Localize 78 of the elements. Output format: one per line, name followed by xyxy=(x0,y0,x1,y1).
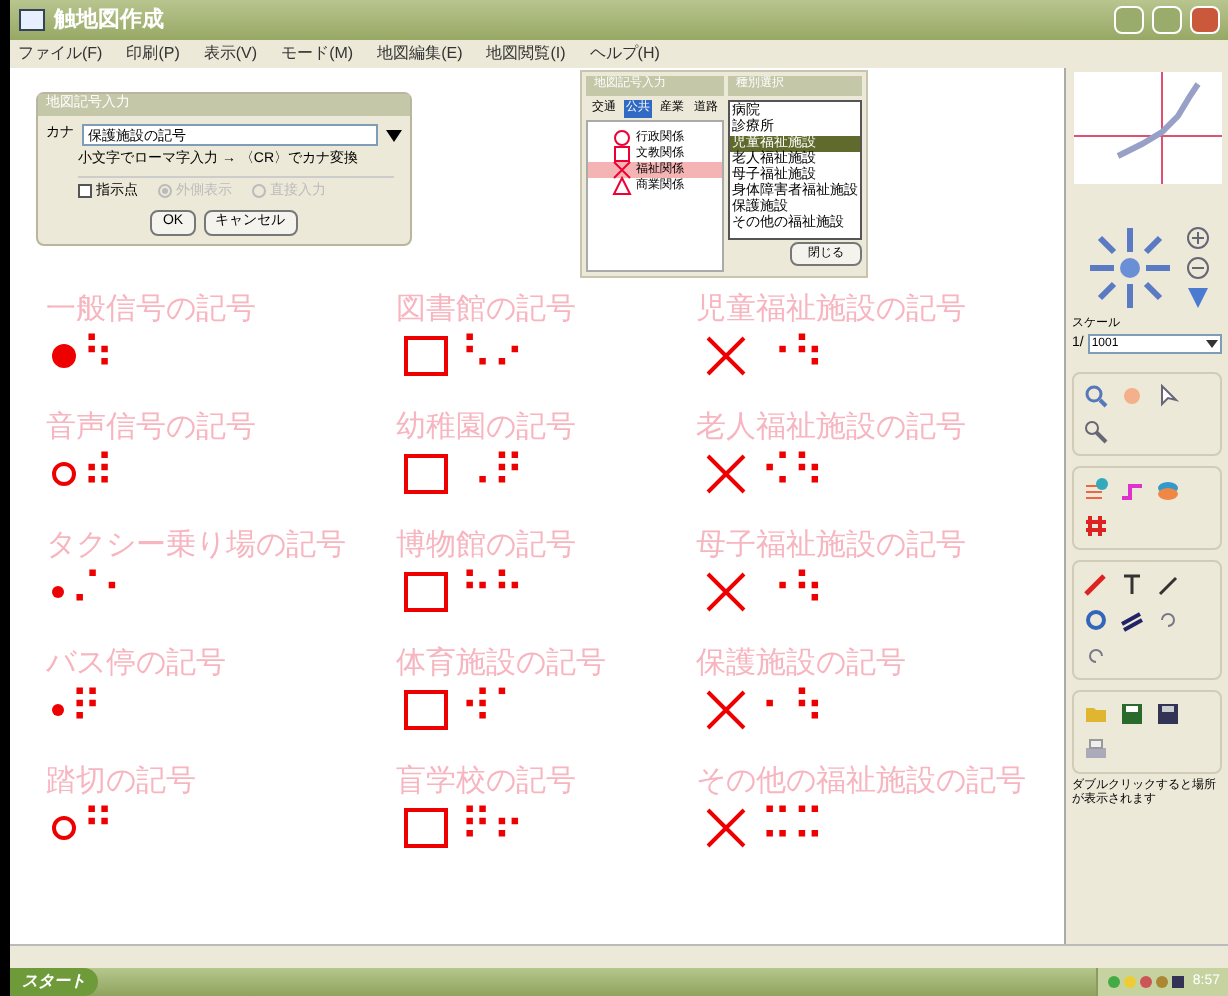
menu-item[interactable]: モード(M) xyxy=(281,42,354,66)
undo-icon[interactable] xyxy=(1156,607,1180,631)
braille-text: ⠺⠁ xyxy=(460,684,525,736)
symbol-name: 母子福祉施設の記号 xyxy=(696,526,968,566)
magnifier-icon[interactable] xyxy=(1084,419,1108,443)
pen-icon[interactable] xyxy=(1084,571,1108,595)
symbol-name: 図書館の記号 xyxy=(396,290,578,330)
layers-icon[interactable] xyxy=(1156,477,1180,501)
maximize-button[interactable] xyxy=(1152,6,1182,34)
braille-text: ⠌⠂ xyxy=(70,566,135,618)
lines-icon[interactable] xyxy=(1084,477,1108,501)
braille-text: ⠣⠔ xyxy=(460,330,525,382)
braille-text: ⠠⠟ xyxy=(460,448,525,500)
braille-text: ⠛ xyxy=(82,802,115,854)
close-button[interactable] xyxy=(1190,6,1220,34)
pointer-icon[interactable] xyxy=(1156,383,1180,407)
symbol-name: 盲学校の記号 xyxy=(396,762,578,802)
search-icon[interactable] xyxy=(1084,383,1108,407)
braille-text: ⠓⠓ xyxy=(460,566,525,618)
braille-text: ⠐⠳ xyxy=(760,330,825,382)
menu-item[interactable]: ファイル(F) xyxy=(18,42,103,66)
dropdown-icon xyxy=(1206,338,1218,351)
open-circle-symbol-icon xyxy=(52,816,76,840)
zoom-out-icon[interactable] xyxy=(1185,256,1209,280)
menu-item[interactable]: 地図編集(E) xyxy=(377,42,463,66)
square-symbol-icon xyxy=(402,570,454,614)
small-dot-symbol-icon xyxy=(52,586,64,598)
symbol-name: 幼稚園の記号 xyxy=(396,408,578,448)
menu-item[interactable]: 印刷(P) xyxy=(126,42,180,66)
square-symbol-icon xyxy=(402,334,454,378)
printer-icon[interactable] xyxy=(1084,737,1108,761)
symbol-name: 保護施設の記号 xyxy=(696,644,908,684)
open-circle-symbol-icon xyxy=(52,462,76,486)
redo-icon[interactable] xyxy=(1084,643,1108,667)
grid-icon[interactable] xyxy=(1084,513,1108,537)
save-icon[interactable] xyxy=(1120,701,1144,725)
small-dot-symbol-icon xyxy=(52,704,64,716)
circle-icon xyxy=(612,128,632,148)
symbol-name: 一般信号の記号 xyxy=(46,290,258,330)
symbol-name: 音声信号の記号 xyxy=(46,408,258,448)
symbol-name: 体育施設の記号 xyxy=(396,644,608,684)
braille-text: ⠳ xyxy=(82,330,115,382)
symbol-name: 踏切の記号 xyxy=(46,762,198,802)
text-tool-icon[interactable] xyxy=(1120,571,1144,595)
square-symbol-icon xyxy=(402,452,454,496)
braille-text: ⠾ xyxy=(82,448,115,500)
overview-map[interactable] xyxy=(1073,72,1221,184)
app-icon xyxy=(18,8,46,32)
tray-icons[interactable] xyxy=(1106,974,1187,990)
symbol-name: 博物館の記号 xyxy=(396,526,578,566)
braille-text: ⠟⠖ xyxy=(460,802,525,854)
menu-item[interactable]: 表示(V) xyxy=(203,42,258,66)
braille-text: ⠂⠳ xyxy=(760,684,825,736)
triangle-icon xyxy=(612,176,632,196)
filled-circle-symbol-icon xyxy=(52,344,76,368)
square-symbol-icon xyxy=(402,688,454,732)
symbol-name: 児童福祉施設の記号 xyxy=(696,290,968,330)
braille-text: ⠪⠳ xyxy=(760,448,825,500)
square-symbol-icon xyxy=(402,806,454,850)
square-icon xyxy=(612,144,632,164)
brush-icon[interactable] xyxy=(1156,571,1180,595)
dropdown-icon[interactable] xyxy=(386,127,402,143)
braille-text: ⠭⠭ xyxy=(760,802,825,854)
symbol-name: その他の福祉施設の記号 xyxy=(696,762,1028,802)
symbol-name: バス停の記号 xyxy=(46,644,228,684)
checkbox[interactable] xyxy=(78,184,92,199)
minimize-button[interactable] xyxy=(1114,6,1144,34)
menu-item[interactable]: 地図閲覧(I) xyxy=(486,42,566,66)
menu-item[interactable]: ヘルプ(H) xyxy=(589,42,660,66)
funnel-icon[interactable] xyxy=(1185,286,1209,310)
braille-text: ⠐⠳ xyxy=(760,566,825,618)
symbol-name: 老人福祉施設の記号 xyxy=(696,408,968,448)
double-line-icon[interactable] xyxy=(1120,607,1144,631)
symbol-name: タクシー乗り場の記号 xyxy=(46,526,348,566)
cross-icon xyxy=(612,160,632,180)
braille-text: ⠟ xyxy=(70,684,103,736)
window-title: 触地図作成 xyxy=(54,5,164,36)
zoom-in-icon[interactable] xyxy=(1185,226,1209,250)
